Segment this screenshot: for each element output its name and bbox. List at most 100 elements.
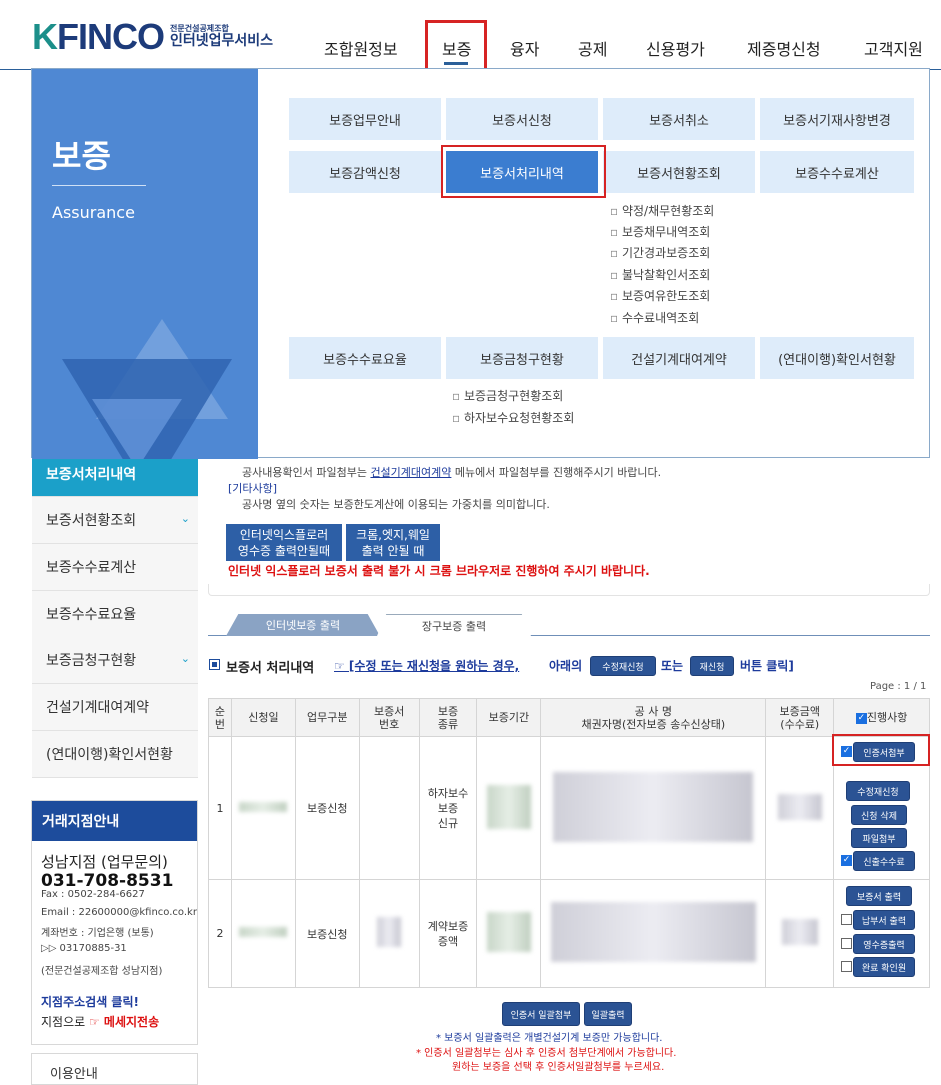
gnb-loan[interactable]: 융자: [510, 36, 539, 60]
bottom-note-2: * 인증서 일괄첨부는 심사 후 인증서 첨부단계에서 가능합니다.: [416, 1048, 677, 1059]
branch-search-link[interactable]: 지점주소검색 클릭!: [41, 993, 139, 1010]
row-period: [476, 736, 542, 880]
mega-sub-item[interactable]: 보증채무내역조회: [610, 223, 710, 240]
reapply-sample-button[interactable]: 재신청: [690, 656, 734, 676]
row2-receipt-print-button[interactable]: 영수증출력: [853, 934, 915, 954]
mega-sub-item[interactable]: 하자보수요청현황조회: [452, 409, 574, 426]
mega-item-fee-rate[interactable]: 보증수수료요율: [289, 337, 441, 379]
sidebar-item-label: 보증수수료계산: [46, 560, 137, 576]
bottom-note-1: * 보증서 일괄출력은 개별건설기계 보증만 가능합니다.: [436, 1033, 663, 1044]
modify-reapply-sample-button[interactable]: 수정재신청: [590, 656, 656, 676]
col-kind: 보증 종류: [418, 698, 478, 737]
mega-item-status[interactable]: 보증서현황조회: [603, 151, 755, 193]
table-row: 2 보증신청 계약보증 증액: [208, 879, 930, 988]
branch-message-link[interactable]: ☞ 메세지전송: [89, 1015, 159, 1029]
mega-item-fee-calc[interactable]: 보증수수료계산: [760, 151, 914, 193]
sidebar-item-fee-rate[interactable]: 보증수수료요율: [32, 591, 198, 638]
usage-guide[interactable]: 이용안내: [31, 1053, 198, 1085]
gnb-member-info[interactable]: 조합원정보: [324, 36, 398, 60]
branch-info-box: 거래지점안내 성남지점 (업무문의) 031-708-8531 Fax : 05…: [31, 800, 198, 1045]
bottom-note-3: 원하는 보증을 선택 후 인증서일괄첨부를 누르세요.: [452, 1062, 665, 1073]
col-period: 보증기간: [476, 698, 542, 737]
hint-end: 버튼 클릭]: [740, 659, 794, 673]
row-cert-no: [358, 879, 420, 988]
mega-item-guide[interactable]: 보증업무안내: [289, 98, 441, 140]
branch-account-number: ▷▷ 03170885-31: [41, 943, 127, 954]
hint-mid: 아래의: [549, 659, 583, 673]
notice-box-bottom: [208, 584, 930, 596]
row1-fee-checkbox[interactable]: ✓: [841, 855, 852, 866]
select-all-checkbox[interactable]: ✓: [855, 712, 867, 724]
sidebar-item-joint-confirmation[interactable]: (연대이행)확인서현황: [32, 731, 198, 778]
row-amount: [765, 879, 835, 988]
branch-phone: 031-708-8531: [41, 871, 174, 891]
tab-internet-print[interactable]: 인터넷보증 출력: [226, 614, 380, 636]
row1-modify-reapply-button[interactable]: 수정재신청: [846, 781, 910, 801]
kfinco-logo[interactable]: K FINCO 전문건설공제조합 인터넷업무서비스: [32, 16, 273, 57]
mega-sub-item[interactable]: 보증여유한도조회: [610, 287, 710, 304]
mega-menu-side-panel: 보증 Assurance: [32, 69, 258, 459]
section-bullet-icon: [209, 659, 220, 670]
row2-complete-checkbox[interactable]: [841, 961, 852, 972]
mega-menu: 보증 Assurance 보증업무안내 보증서신청 보증서취소 보증서기재사항변…: [31, 68, 930, 459]
mega-item-joint-confirmation[interactable]: (연대이행)확인서현황: [760, 337, 914, 379]
row2-payment-checkbox[interactable]: [841, 914, 852, 925]
mega-sub-item[interactable]: 수수료내역조회: [610, 309, 699, 326]
mega-sub-item[interactable]: 약정/채무현황조회: [610, 202, 714, 219]
gnb-mutual-aid[interactable]: 공제: [578, 36, 607, 60]
ie-receipt-button[interactable]: 인터넷익스플로러 영수증 출력안될때: [226, 524, 342, 561]
sidebar-item-fee-calc[interactable]: 보증수수료계산: [32, 544, 198, 591]
sidebar-item-label: 건설기계대여계약: [46, 700, 150, 716]
tab-paper-print[interactable]: 장구보증 출력: [377, 614, 531, 636]
chevron-down-icon: ⌄: [180, 652, 190, 665]
mega-item-machine-rental[interactable]: 건설기계대여계약: [603, 337, 755, 379]
mega-item-apply[interactable]: 보증서신청: [446, 98, 598, 140]
mega-sub-item[interactable]: 기간경과보증조회: [610, 244, 710, 261]
section-title: 보증서 처리내역: [226, 661, 315, 676]
row1-fee-button[interactable]: 신출수수료: [853, 851, 915, 871]
row-apply-date: [230, 736, 296, 880]
row2-complete-confirm-button[interactable]: 완료 확인원: [853, 957, 915, 977]
processing-table: 순 번 신청일 업무구분 보증서 번호 보증 종류 보증기간 공 사 명 채권자…: [208, 698, 930, 988]
chevron-down-icon: ⌄: [180, 512, 190, 525]
sidebar-item-label: 보증서현황조회: [46, 513, 137, 529]
bulk-print-button[interactable]: 일괄출력: [584, 1002, 632, 1026]
gnb-certificate[interactable]: 제증명신청: [747, 36, 821, 60]
chrome-print-button[interactable]: 크롬,엣지,웨일 출력 안될 때: [346, 524, 440, 561]
mega-sub-item[interactable]: 불낙찰확인서조회: [610, 266, 710, 283]
row1-file-attach-button[interactable]: 파일첨부: [851, 828, 907, 848]
branch-account-owner: (전문건설공제조합 성남지점): [41, 966, 163, 977]
row2-payment-print-button[interactable]: 납부서 출력: [853, 910, 915, 930]
notice-line-1: 공사내용확인서 파일첨부는 건설기계대여계약 메뉴에서 파일첨부를 진행해주시기…: [242, 466, 662, 479]
mega-menu-title: 보증: [52, 137, 111, 175]
row2-cert-print-button[interactable]: 보증서 출력: [846, 886, 912, 906]
row-business-type: 보증신청: [294, 736, 360, 880]
mega-item-claim-status[interactable]: 보증금청구현황: [446, 337, 598, 379]
mega-item-modify[interactable]: 보증서기재사항변경: [760, 98, 914, 140]
cert-attach-highlight-box: [832, 734, 930, 766]
mega-sub-item[interactable]: 보증금청구현황조회: [452, 387, 563, 404]
row-amount: [765, 736, 835, 880]
row2-receipt-checkbox[interactable]: [841, 938, 852, 949]
sidebar-item-claim-status[interactable]: 보증금청구현황 ⌄: [32, 637, 198, 684]
row-period: [476, 879, 542, 988]
mega-item-reduce[interactable]: 보증감액신청: [289, 151, 441, 193]
row-project-name: [540, 879, 767, 988]
modify-hint-link[interactable]: ☞ [수정 또는 재신청을 원하는 경우,: [334, 657, 519, 674]
logo-finco: FINCO: [57, 16, 165, 57]
sidebar-item-machine-rental[interactable]: 건설기계대여계약: [32, 684, 198, 731]
branch-message-prefix: 지점으로: [41, 1015, 86, 1029]
col-cert-no: 보증서 번호: [358, 698, 420, 737]
gnb-credit-rating[interactable]: 신용평가: [646, 36, 705, 60]
bulk-cert-attach-button[interactable]: 인증서 일괄첨부: [502, 1002, 580, 1026]
sidebar-item-status-inquiry[interactable]: 보증서현황조회 ⌄: [32, 497, 198, 544]
row1-delete-button[interactable]: 신청 삭제: [851, 805, 907, 825]
etc-text: 공사명 옆의 숫자는 보증한도계산에 이용되는 가중치를 의미합니다.: [242, 498, 550, 511]
gnb-customer-support[interactable]: 고객지원: [864, 36, 923, 60]
row-business-type: 보증신청: [294, 879, 360, 988]
branch-email: Email : 22600000@kfinco.co.kr: [41, 907, 197, 918]
machine-rental-link[interactable]: 건설기계대여계약: [370, 466, 451, 479]
header: K FINCO 전문건설공제조합 인터넷업무서비스 조합원정보 보증 융자 공제…: [0, 0, 941, 76]
mega-item-cancel[interactable]: 보증서취소: [603, 98, 755, 140]
row-kind: 하자보수 보증 신규: [418, 736, 478, 880]
